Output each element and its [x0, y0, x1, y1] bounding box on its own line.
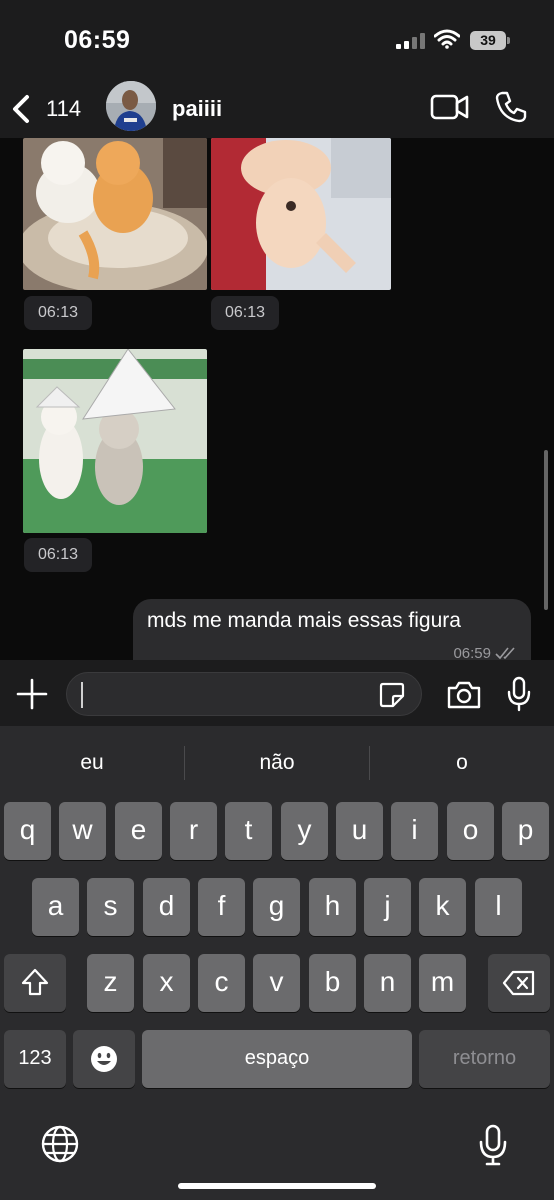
image-timestamp: 06:13: [211, 296, 280, 330]
backspace-icon: [502, 970, 535, 996]
battery-icon: 39: [470, 31, 506, 50]
key-r[interactable]: r: [170, 802, 217, 860]
key-p[interactable]: p: [502, 802, 549, 860]
key-h[interactable]: h: [309, 878, 356, 936]
key-c[interactable]: c: [198, 954, 245, 1012]
key-f[interactable]: f: [198, 878, 245, 936]
key-b[interactable]: b: [309, 954, 356, 1012]
space-key[interactable]: espaço: [142, 1030, 412, 1088]
suggestion[interactable]: o: [370, 742, 554, 784]
emoji-key[interactable]: [73, 1030, 135, 1088]
image-timestamp: 06:13: [24, 296, 93, 330]
key-x[interactable]: x: [143, 954, 190, 1012]
image-timestamp: 06:13: [24, 538, 93, 572]
text-caret: [81, 682, 83, 708]
key-z[interactable]: z: [87, 954, 134, 1012]
key-d[interactable]: d: [143, 878, 190, 936]
status-time: 06:59: [64, 26, 131, 54]
kittens-photo: [23, 138, 207, 290]
outgoing-message[interactable]: mds me manda mais essas figura 06:59: [133, 599, 531, 660]
key-v[interactable]: v: [253, 954, 300, 1012]
image-message-kittens-hats[interactable]: [23, 349, 207, 533]
chevron-left-icon: [13, 95, 29, 123]
wifi-icon: [434, 29, 460, 49]
camera-icon[interactable]: [446, 680, 482, 710]
shift-key[interactable]: [4, 954, 66, 1012]
backspace-key[interactable]: [488, 954, 550, 1012]
back-button[interactable]: 114: [10, 88, 90, 128]
composer-bar: [0, 660, 554, 726]
key-e[interactable]: e: [115, 802, 162, 860]
suggestion[interactable]: eu: [0, 742, 184, 784]
key-w[interactable]: w: [59, 802, 106, 860]
plus-icon[interactable]: [16, 678, 48, 710]
home-indicator[interactable]: [178, 1183, 376, 1189]
key-i[interactable]: i: [391, 802, 438, 860]
message-input[interactable]: [66, 672, 422, 716]
message-text: mds me manda mais essas figura: [147, 609, 461, 632]
dictation-icon[interactable]: [478, 1124, 508, 1166]
key-u[interactable]: u: [336, 802, 383, 860]
status-bar: 06:59 39: [0, 0, 554, 80]
sticker-icon[interactable]: [379, 682, 405, 708]
unread-count: 114: [46, 96, 82, 121]
shift-icon: [21, 968, 49, 996]
key-q[interactable]: q: [4, 802, 51, 860]
return-key[interactable]: retorno: [419, 1030, 550, 1088]
microphone-icon[interactable]: [506, 676, 532, 712]
numbers-key[interactable]: 123: [4, 1030, 66, 1088]
key-a[interactable]: a: [32, 878, 79, 936]
key-m[interactable]: m: [419, 954, 466, 1012]
cellular-signal-icon: [396, 33, 425, 49]
double-check-icon: [495, 647, 515, 660]
contact-name[interactable]: paiiii: [172, 96, 222, 122]
message-time: 06:59: [453, 645, 491, 660]
scroll-indicator[interactable]: [544, 450, 548, 610]
chat-header: 114 paiiii: [0, 80, 554, 138]
phone-icon[interactable]: [494, 90, 528, 124]
key-y[interactable]: y: [281, 802, 328, 860]
key-l[interactable]: l: [475, 878, 522, 936]
key-j[interactable]: j: [364, 878, 411, 936]
globe-icon[interactable]: [40, 1124, 80, 1164]
key-s[interactable]: s: [87, 878, 134, 936]
battery-nub: [507, 37, 510, 44]
message-list[interactable]: 06:13 06:13 06:13 mds me manda mais essa…: [0, 138, 554, 660]
key-t[interactable]: t: [225, 802, 272, 860]
avatar[interactable]: [106, 81, 156, 131]
kittens-hats-photo: [23, 349, 207, 533]
key-k[interactable]: k: [419, 878, 466, 936]
emoji-icon: [91, 1046, 117, 1072]
battery-level: 39: [480, 32, 496, 48]
key-o[interactable]: o: [447, 802, 494, 860]
key-g[interactable]: g: [253, 878, 300, 936]
suggestion[interactable]: não: [185, 742, 369, 784]
image-message-puppy[interactable]: [211, 138, 391, 290]
key-n[interactable]: n: [364, 954, 411, 1012]
image-message-kittens[interactable]: [23, 138, 207, 290]
puppy-photo: [211, 138, 391, 290]
suggestion-bar: eu não o: [0, 742, 554, 784]
video-camera-icon[interactable]: [430, 92, 470, 122]
keyboard: eu não o q w e r t y u i o p a s d f g h…: [0, 726, 554, 1200]
avatar-image: [106, 81, 156, 131]
